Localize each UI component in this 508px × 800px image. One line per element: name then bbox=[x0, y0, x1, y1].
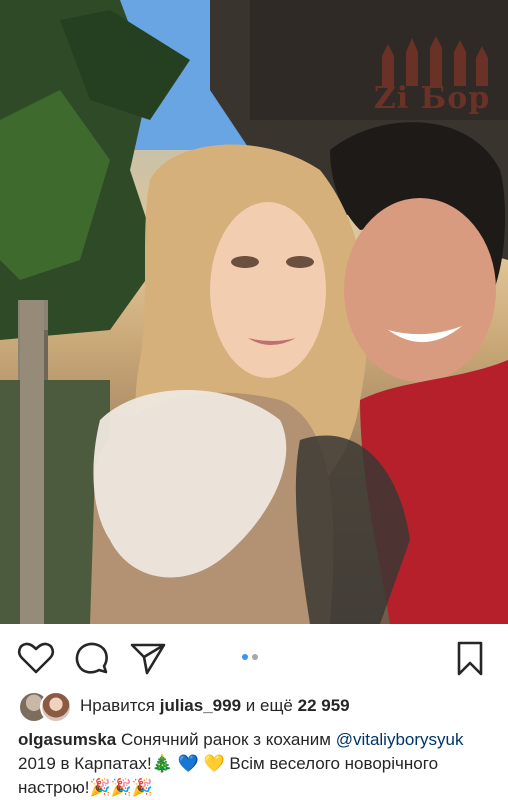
caption-username[interactable]: olgasumska bbox=[18, 730, 116, 749]
likes-summary: Нравится julias_999 и ещё 22 959 bbox=[80, 696, 350, 716]
carousel-dot bbox=[252, 654, 258, 660]
christmas-tree-icon: 🎄 bbox=[151, 754, 173, 773]
share-button[interactable] bbox=[128, 638, 168, 678]
avatar bbox=[40, 691, 72, 723]
carousel-dot-active bbox=[242, 654, 248, 660]
caption-text: 2019 в Карпатах! bbox=[18, 754, 152, 773]
likes-count[interactable]: 22 959 bbox=[298, 696, 350, 715]
likes-middle: и ещё bbox=[245, 696, 293, 715]
caption-text: Сонячний ранок з коханим bbox=[121, 730, 331, 749]
comment-icon bbox=[75, 642, 108, 674]
post-caption: olgasumska Сонячний ранок з коханим @vit… bbox=[18, 728, 496, 800]
watermark-logo: Zi Бор bbox=[372, 36, 492, 116]
likes-row[interactable]: Нравится julias_999 и ещё 22 959 bbox=[18, 690, 498, 723]
liker-username[interactable]: julias_999 bbox=[160, 696, 241, 715]
comment-button[interactable] bbox=[72, 638, 112, 678]
likes-prefix: Нравится bbox=[80, 696, 156, 715]
party-popper-icon: 🎉🎉🎉 bbox=[89, 778, 154, 797]
paper-plane-icon bbox=[130, 643, 166, 675]
post-action-bar bbox=[0, 630, 508, 684]
caption-mention[interactable]: @vitaliyborysyuk bbox=[336, 730, 464, 749]
liker-avatars bbox=[18, 691, 74, 723]
carousel-indicator bbox=[240, 654, 268, 662]
bookmark-icon bbox=[457, 641, 483, 676]
post-photo[interactable]: Zi Бор bbox=[0, 0, 508, 624]
yellow-heart-icon: 💛 bbox=[203, 754, 225, 773]
blue-heart-icon: 💙 bbox=[177, 754, 199, 773]
watermark-text: Zi Бор bbox=[373, 81, 491, 116]
like-button[interactable] bbox=[16, 638, 56, 678]
save-button[interactable] bbox=[450, 638, 490, 678]
castle-icon bbox=[382, 36, 488, 86]
heart-icon bbox=[17, 642, 55, 674]
